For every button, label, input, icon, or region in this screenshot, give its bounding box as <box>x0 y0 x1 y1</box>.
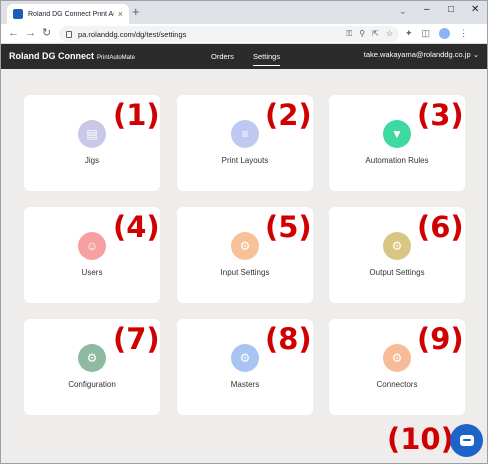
card-label: Output Settings <box>369 268 425 277</box>
list-icon: ≡ <box>231 120 259 148</box>
app-navbar: Roland DG Connect PrintAutoMate Orders Se… <box>1 44 487 69</box>
gear-icon: ⚙ <box>78 344 106 372</box>
gear-icon: ⚙ <box>383 344 411 372</box>
extensions-icon[interactable]: ✦ <box>405 28 413 39</box>
menu-dots-icon[interactable]: ⋮ <box>459 28 468 39</box>
filter-icon: ▼ <box>383 120 411 148</box>
lock-icon <box>66 30 72 38</box>
key-icon[interactable]: ⚿ <box>346 29 352 39</box>
share-icon[interactable]: ⇱ <box>372 29 379 39</box>
marker-5: (5) <box>265 210 312 244</box>
browser-tab[interactable]: Roland DG Connect Print Automa × <box>7 4 129 24</box>
reload-icon[interactable]: ↻ <box>42 27 51 40</box>
user-email: take.wakayama@rolanddg.co.jp <box>363 50 471 59</box>
user-icon: ☺ <box>78 232 106 260</box>
card-label: Jigs <box>84 156 100 165</box>
gear-icon: ⚙ <box>231 232 259 260</box>
marker-10: (10) <box>387 422 454 456</box>
close-window-icon[interactable]: ✕ <box>471 4 479 15</box>
marker-6: (6) <box>417 210 464 244</box>
profile-avatar-icon[interactable] <box>439 28 451 39</box>
card-label: Print Layouts <box>221 156 269 165</box>
marker-1: (1) <box>113 98 160 132</box>
card-label: Input Settings <box>220 268 270 277</box>
minimize-icon[interactable]: – <box>424 4 430 15</box>
user-menu[interactable]: take.wakayama@rolanddg.co.jp ⌄ <box>364 50 479 59</box>
gear-icon: ⚙ <box>231 344 259 372</box>
nav-orders[interactable]: Orders <box>211 52 234 61</box>
zoom-icon[interactable]: ⚲ <box>359 29 365 39</box>
nav-settings[interactable]: Settings <box>253 52 281 66</box>
side-panel-icon[interactable]: ◫ <box>422 28 431 39</box>
brand-product: PrintAutoMate <box>97 55 136 61</box>
chat-icon <box>459 435 474 446</box>
settings-content: ▤ Jigs ≡ Print Layouts ▼ Automation Rule… <box>1 69 487 463</box>
card-label: Automation Rules <box>365 156 429 165</box>
tab-title: Roland DG Connect Print Automa <box>28 10 114 18</box>
browser-toolbar: ← → ↻ pa.rolanddg.com/dg/test/settings ⚿… <box>1 24 487 44</box>
marker-7: (7) <box>113 322 160 356</box>
chat-button[interactable] <box>450 424 483 457</box>
gear-icon: ⚙ <box>383 232 411 260</box>
card-label: Configuration <box>68 380 116 389</box>
marker-8: (8) <box>265 322 312 356</box>
tab-close-icon[interactable]: × <box>118 9 123 19</box>
document-icon: ▤ <box>78 120 106 148</box>
toolbar-icons: ✦ ◫ ⋮ <box>405 28 468 39</box>
address-bar[interactable]: pa.rolanddg.com/dg/test/settings ⚿ ⚲ ⇱ ☆ <box>59 26 399 42</box>
forward-icon[interactable]: → <box>25 27 36 40</box>
new-tab-button[interactable]: + <box>132 5 140 19</box>
card-label: Connectors <box>376 380 418 389</box>
card-label: Users <box>81 268 103 277</box>
tab-strip: Roland DG Connect Print Automa × + ⌄ – □… <box>1 1 487 24</box>
omnibox-actions: ⚿ ⚲ ⇱ ☆ <box>346 29 393 39</box>
back-icon[interactable]: ← <box>8 27 19 40</box>
marker-3: (3) <box>417 98 464 132</box>
brand-name: Roland DG Connect <box>9 51 94 61</box>
marker-2: (2) <box>265 98 312 132</box>
brand-logo[interactable]: Roland DG Connect PrintAutoMate <box>9 51 135 61</box>
browser-window: Roland DG Connect Print Automa × + ⌄ – □… <box>0 0 488 464</box>
tab-search-icon[interactable]: ⌄ <box>399 6 407 17</box>
favicon-icon <box>13 9 23 19</box>
maximize-icon[interactable]: □ <box>448 4 454 15</box>
url-text[interactable]: pa.rolanddg.com/dg/test/settings <box>78 30 186 39</box>
card-label: Masters <box>230 380 260 389</box>
marker-9: (9) <box>417 322 464 356</box>
bookmark-star-icon[interactable]: ☆ <box>386 29 393 39</box>
marker-4: (4) <box>113 210 160 244</box>
